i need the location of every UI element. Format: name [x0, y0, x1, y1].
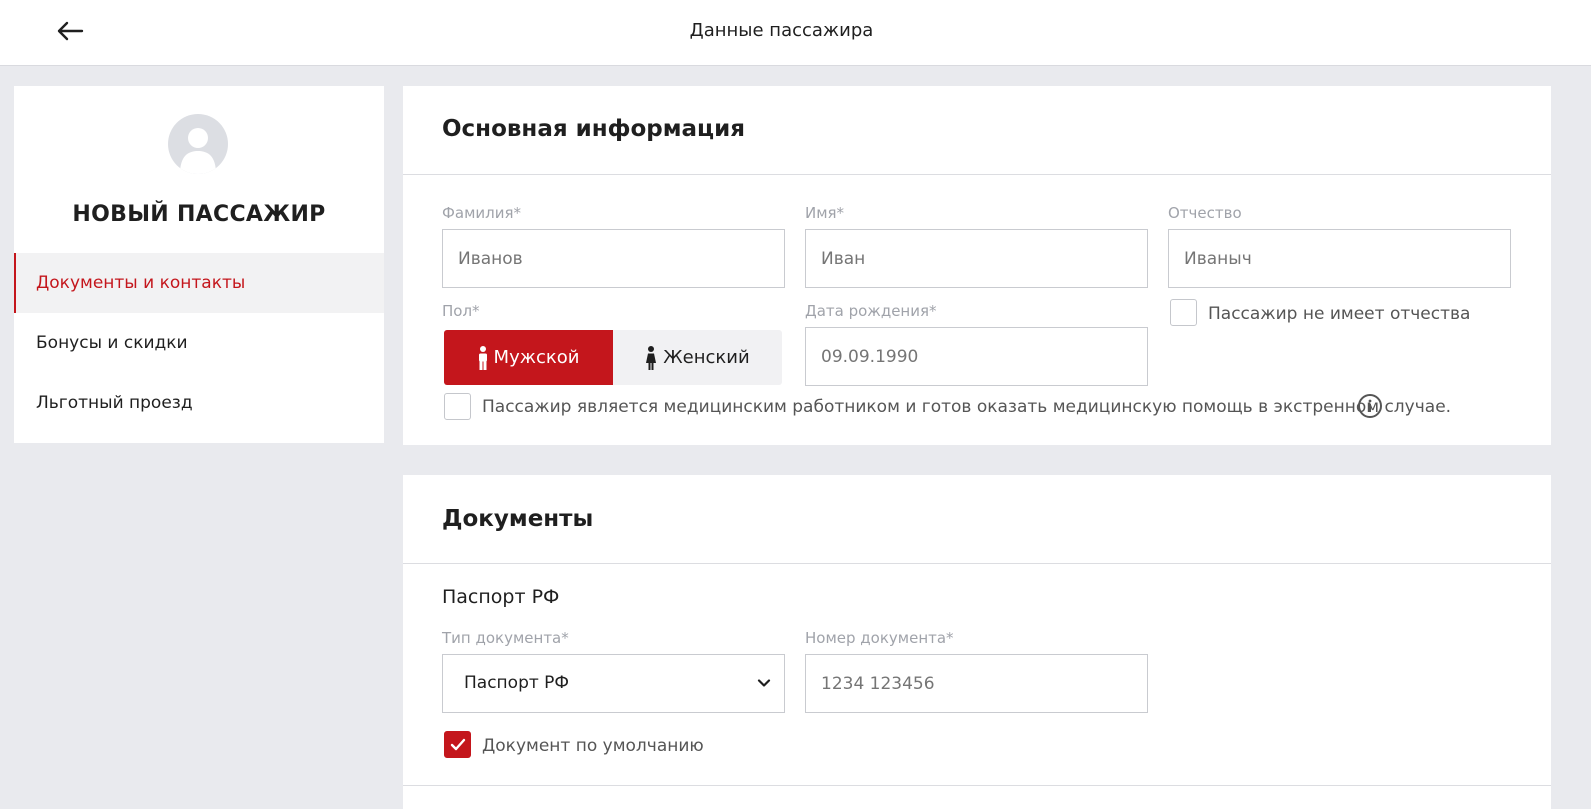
no-patronymic-checkbox[interactable]: [1170, 299, 1197, 326]
default-document-checkbox[interactable]: [444, 731, 471, 758]
sidebar-item-benefits[interactable]: Льготный проезд: [14, 373, 384, 433]
passenger-name: НОВЫЙ ПАССАЖИР: [72, 202, 326, 227]
first-name-input[interactable]: [805, 229, 1148, 288]
male-icon: [478, 345, 487, 370]
top-bar: Данные пассажира: [0, 0, 1591, 66]
birth-date-label: Дата рождения*: [805, 302, 937, 320]
document-subtitle: Паспорт РФ: [442, 586, 560, 608]
doc-type-label: Тип документа*: [442, 629, 569, 647]
page-title: Данные пассажира: [689, 20, 874, 41]
gender-toggle: Мужской Женский: [444, 330, 782, 385]
gender-male-label: Мужской: [493, 347, 580, 368]
doc-type-select[interactable]: Паспорт РФ: [442, 654, 785, 713]
medical-worker-checkbox[interactable]: [444, 393, 471, 420]
doc-number-label: Номер документа*: [805, 629, 954, 647]
basic-info-card: Основная информация Фамилия* Имя* Отчест…: [403, 86, 1551, 445]
avatar-placeholder-icon: [180, 128, 216, 174]
gender-female-label: Женский: [663, 347, 750, 368]
sidebar-item-bonuses[interactable]: Бонусы и скидки: [14, 313, 384, 373]
birth-date-input[interactable]: [805, 327, 1148, 386]
documents-card: Документы Паспорт РФ Тип документа* Пасп…: [403, 475, 1551, 809]
checkmark-icon: [450, 738, 465, 750]
last-name-label: Фамилия*: [442, 204, 522, 222]
gender-label: Пол*: [442, 302, 480, 320]
first-name-label: Имя*: [805, 204, 845, 222]
divider: [403, 785, 1551, 786]
sidebar-item-documents[interactable]: Документы и контакты: [14, 253, 384, 313]
female-icon: [646, 345, 657, 370]
gender-male-button[interactable]: Мужской: [444, 330, 613, 385]
chevron-down-icon: [757, 679, 771, 687]
sidebar: НОВЫЙ ПАССАЖИР Документы и контакты Бону…: [14, 86, 384, 443]
back-arrow-icon: [57, 21, 84, 41]
info-icon[interactable]: [1357, 393, 1383, 419]
divider: [403, 563, 1551, 564]
default-document-label: Документ по умолчанию: [482, 736, 704, 756]
patronymic-input[interactable]: [1168, 229, 1511, 288]
medical-worker-label: Пассажир является медицинским работником…: [482, 397, 1452, 417]
patronymic-label: Отчество: [1168, 204, 1242, 222]
documents-title: Документы: [442, 506, 594, 532]
doc-type-value: Паспорт РФ: [464, 673, 570, 693]
divider: [403, 174, 1551, 175]
avatar: [168, 114, 228, 174]
doc-number-input[interactable]: [805, 654, 1148, 713]
no-patronymic-label: Пассажир не имеет отчества: [1208, 304, 1471, 324]
basic-info-title: Основная информация: [442, 116, 745, 142]
back-button[interactable]: [52, 14, 88, 48]
last-name-input[interactable]: [442, 229, 785, 288]
gender-female-button[interactable]: Женский: [613, 330, 782, 385]
scrollbar[interactable]: [1567, 66, 1591, 809]
